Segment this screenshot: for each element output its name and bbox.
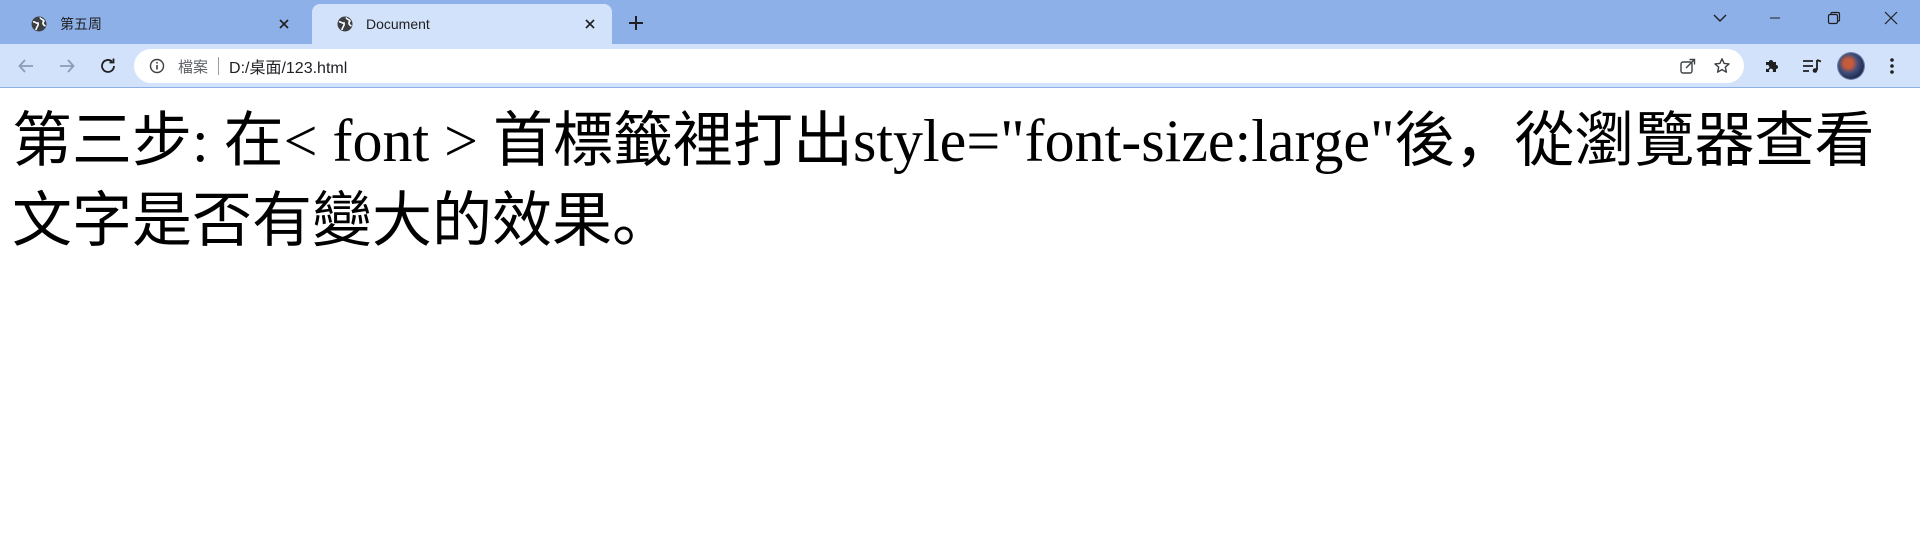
tab-title: 第五周 bbox=[60, 16, 102, 32]
extensions-button[interactable] bbox=[1756, 50, 1788, 82]
puzzle-icon bbox=[1766, 60, 1778, 72]
reload-button[interactable] bbox=[92, 50, 124, 82]
menu-button[interactable] bbox=[1876, 50, 1908, 82]
page-content: 第三步: 在< font > 首標籤裡打出style="font-size:la… bbox=[0, 89, 1920, 537]
plus-icon bbox=[629, 16, 643, 30]
close-window-button[interactable] bbox=[1868, 0, 1914, 36]
new-tab-button[interactable] bbox=[622, 9, 650, 37]
info-icon[interactable] bbox=[148, 57, 166, 75]
address-bar[interactable]: 檔案 D:/桌面/123.html bbox=[134, 49, 1744, 83]
forward-button[interactable] bbox=[51, 50, 83, 82]
tab-strip: 第五周 Document bbox=[0, 0, 1920, 44]
minimize-icon bbox=[1770, 17, 1780, 19]
chevron-down-icon bbox=[1713, 14, 1727, 22]
playlist-music-icon bbox=[1803, 59, 1822, 73]
url-separator bbox=[218, 57, 220, 75]
tab-close-icon[interactable] bbox=[274, 14, 294, 34]
arrow-right-icon bbox=[60, 59, 75, 73]
close-icon bbox=[1884, 11, 1898, 25]
profile-avatar[interactable] bbox=[1838, 53, 1864, 79]
tab-close-icon[interactable] bbox=[580, 14, 600, 34]
page-body-text: 第三步: 在< font > 首標籤裡打出style="font-size:la… bbox=[12, 108, 1875, 254]
site-info-label: 檔案 bbox=[178, 58, 209, 76]
url-text[interactable]: D:/桌面/123.html bbox=[229, 54, 347, 78]
reload-icon bbox=[101, 58, 115, 73]
tab-active[interactable]: Document bbox=[312, 4, 612, 44]
media-control-button[interactable] bbox=[1796, 50, 1828, 82]
browser-toolbar: 檔案 D:/桌面/123.html bbox=[0, 44, 1920, 88]
arrow-left-icon bbox=[18, 59, 33, 73]
more-vertical-icon bbox=[1890, 58, 1894, 74]
globe-icon bbox=[30, 15, 48, 33]
tab-title: Document bbox=[366, 16, 430, 32]
minimize-button[interactable] bbox=[1752, 0, 1798, 36]
tab-inactive[interactable]: 第五周 bbox=[6, 4, 306, 44]
bookmark-star-icon[interactable] bbox=[1708, 52, 1736, 80]
back-button[interactable] bbox=[10, 50, 42, 82]
share-icon[interactable] bbox=[1674, 52, 1702, 80]
restore-icon bbox=[1827, 11, 1841, 25]
browser-window: 第五周 Document 檔案 D:/桌面/123.html 第三步: 在< f… bbox=[0, 0, 1920, 537]
tab-search-button[interactable] bbox=[1706, 4, 1734, 32]
globe-icon bbox=[336, 15, 354, 33]
restore-button[interactable] bbox=[1811, 0, 1857, 36]
